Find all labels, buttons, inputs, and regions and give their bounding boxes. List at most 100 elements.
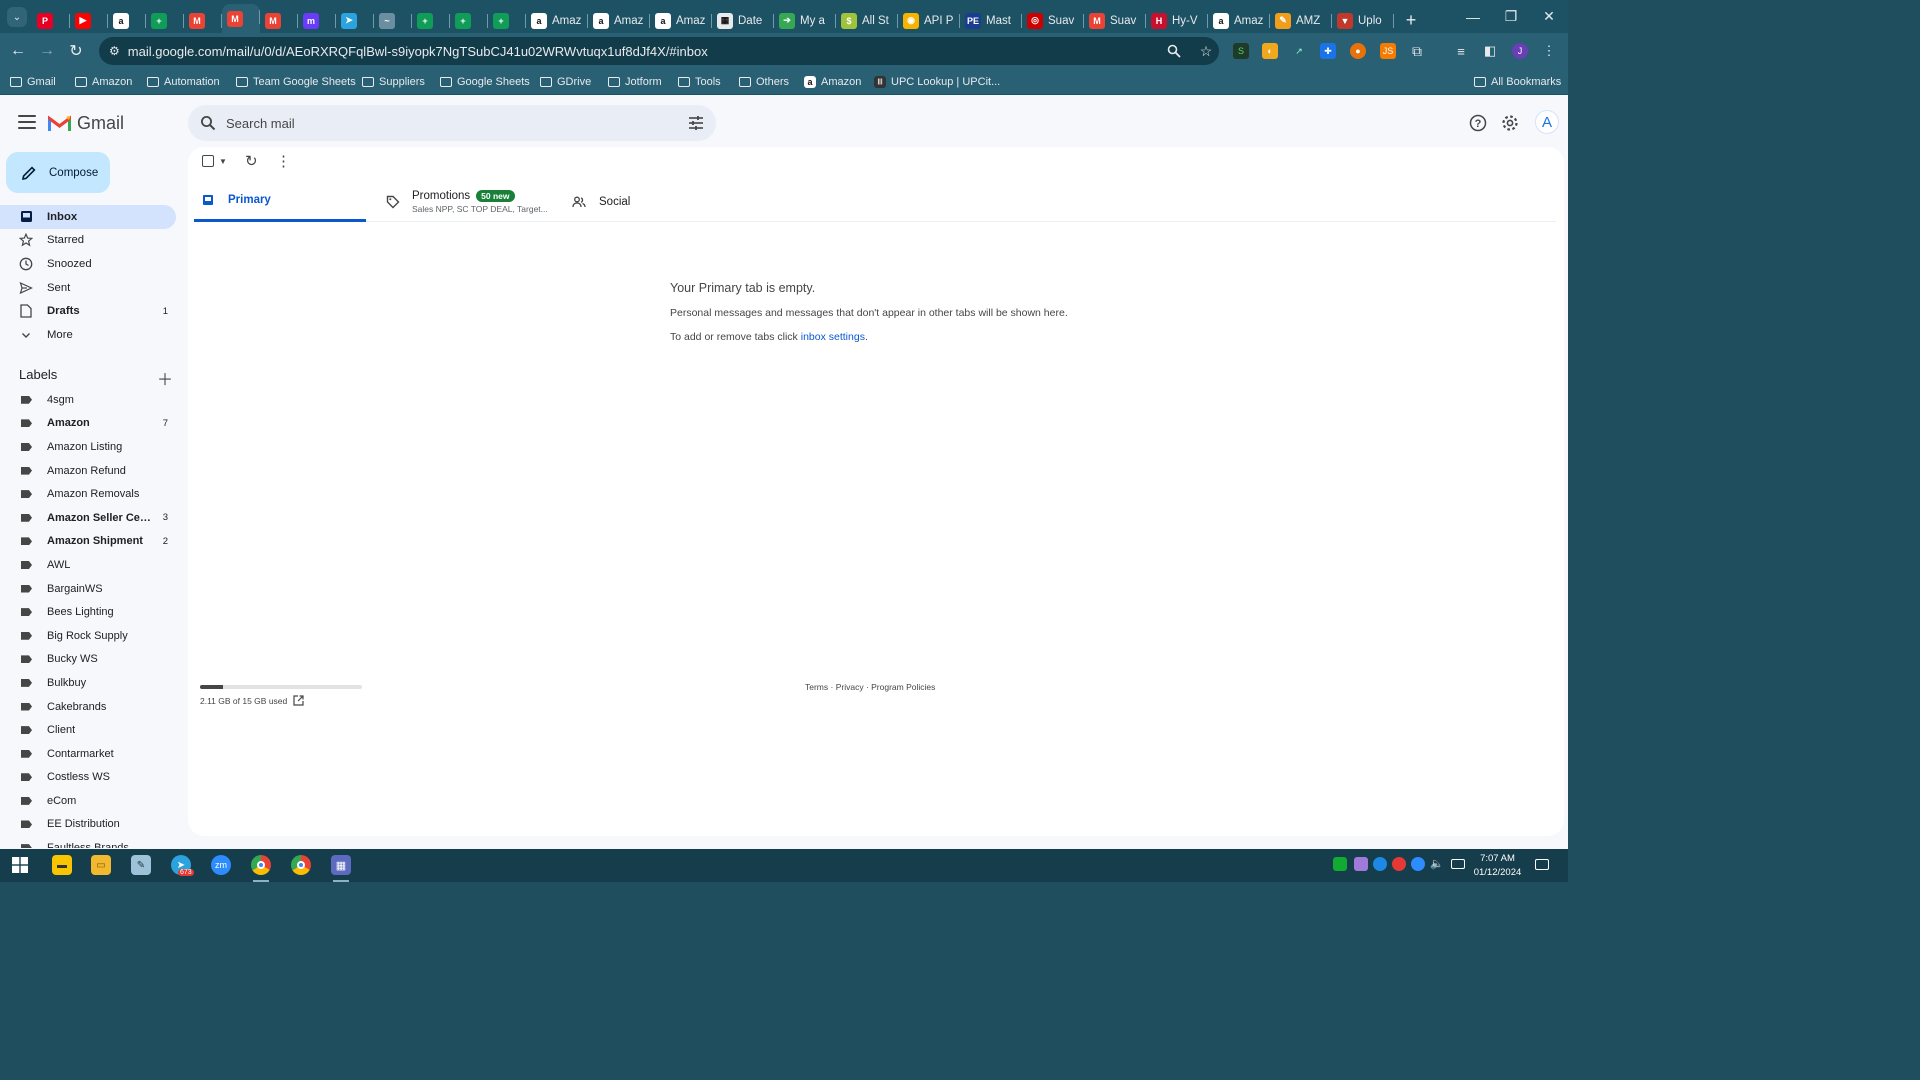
extensions-puzzle-icon[interactable]: ⧉ bbox=[1409, 43, 1425, 59]
sidebar-item-more[interactable]: More bbox=[0, 323, 176, 347]
tab-social[interactable]: Social bbox=[572, 181, 732, 222]
chrome-tray-icon[interactable] bbox=[1392, 857, 1406, 871]
all-bookmarks[interactable]: All Bookmarks bbox=[1474, 69, 1561, 94]
browser-tab[interactable]: a Amaz bbox=[588, 8, 650, 33]
bookmark-item[interactable]: GDrive bbox=[540, 69, 591, 94]
pen-tray-icon[interactable] bbox=[1354, 857, 1368, 871]
tab-primary[interactable]: Primary bbox=[194, 181, 366, 222]
extension-icon-sheets[interactable]: S bbox=[1233, 43, 1249, 59]
file-explorer-icon[interactable]: ▭ bbox=[91, 855, 111, 875]
bluetooth-tray-icon[interactable] bbox=[1373, 857, 1387, 871]
close-window-button[interactable]: ✕ bbox=[1530, 0, 1568, 33]
network-icon[interactable] bbox=[1451, 859, 1465, 869]
help-icon[interactable]: ? bbox=[1466, 111, 1490, 135]
search-bar[interactable] bbox=[188, 105, 716, 141]
browser-tab[interactable]: H Hy-V bbox=[1146, 8, 1208, 33]
calculator-icon[interactable]: ▦ bbox=[331, 855, 351, 875]
address-bar[interactable]: ⚙ mail.google.com/mail/u/0/d/AEoRXRQFqlB… bbox=[99, 37, 1219, 65]
label-item[interactable]: eCom bbox=[0, 789, 176, 813]
browser-tab[interactable]: + bbox=[450, 8, 488, 33]
label-item[interactable]: Contarmarket bbox=[0, 742, 176, 766]
notifications-icon[interactable] bbox=[1535, 859, 1549, 870]
browser-tab[interactable]: M bbox=[260, 8, 298, 33]
browser-tab[interactable]: $ All St bbox=[836, 8, 898, 33]
browser-tab[interactable]: a bbox=[108, 8, 146, 33]
sidebar-item-inbox[interactable]: Inbox bbox=[0, 205, 176, 229]
browser-tab[interactable]: ~ bbox=[374, 8, 412, 33]
zoom-app-icon[interactable]: zm bbox=[211, 855, 231, 875]
terms-link[interactable]: Terms bbox=[805, 682, 828, 692]
search-input[interactable] bbox=[226, 115, 688, 131]
bookmark-item[interactable]: Tools bbox=[678, 69, 721, 94]
bookmark-item[interactable]: Jotform bbox=[608, 69, 662, 94]
label-item[interactable]: Amazon Seller Cen... 3 bbox=[0, 506, 176, 530]
tab-promotions[interactable]: Promotions 50 new Sales NPP, SC TOP DEAL… bbox=[386, 181, 566, 222]
label-item[interactable]: Amazon Removals bbox=[0, 482, 176, 506]
browser-tab[interactable]: M bbox=[222, 4, 260, 33]
search-icon[interactable] bbox=[200, 115, 216, 131]
browser-tab[interactable]: ▦ Date bbox=[712, 8, 774, 33]
extension-icon-puzzle-blue[interactable]: ✚ bbox=[1320, 43, 1336, 59]
label-item[interactable]: Amazon Refund bbox=[0, 459, 176, 483]
sticky-notes-icon[interactable]: ▬ bbox=[52, 855, 72, 875]
external-link-icon[interactable] bbox=[293, 695, 304, 706]
more-options-icon[interactable]: ⋮ bbox=[276, 152, 291, 170]
label-item[interactable]: AWL bbox=[0, 553, 176, 577]
sidebar-item-sent[interactable]: Sent bbox=[0, 276, 176, 300]
browser-tab[interactable]: ✎ AMZ bbox=[1270, 8, 1332, 33]
forward-button[interactable]: → bbox=[36, 40, 58, 62]
bookmark-item[interactable]: Team Google Sheets bbox=[236, 69, 356, 94]
side-panel-icon[interactable]: ◧ bbox=[1482, 43, 1498, 59]
label-item[interactable]: Cakebrands bbox=[0, 695, 176, 719]
zoom-tray-icon[interactable] bbox=[1411, 857, 1425, 871]
browser-tab[interactable]: + bbox=[412, 8, 450, 33]
bookmark-item[interactable]: Gmail bbox=[10, 69, 56, 94]
browser-tab[interactable]: ➤ bbox=[336, 8, 374, 33]
label-item[interactable]: Client bbox=[0, 718, 176, 742]
inbox-settings-link[interactable]: inbox settings bbox=[801, 331, 865, 343]
extension-icon-js[interactable]: JS bbox=[1380, 43, 1396, 59]
windows-start-icon[interactable] bbox=[10, 855, 30, 875]
browser-tab[interactable]: a Amaz bbox=[650, 8, 712, 33]
browser-tab[interactable]: ◉ API P bbox=[898, 8, 960, 33]
extension-icon-arrow[interactable]: ↗ bbox=[1291, 43, 1307, 59]
refresh-icon[interactable]: ↻ bbox=[245, 152, 258, 170]
browser-tab[interactable]: ▶ bbox=[70, 8, 108, 33]
bookmark-item[interactable]: a Amazon bbox=[804, 69, 861, 94]
chrome-profile-icon[interactable] bbox=[291, 855, 311, 875]
back-button[interactable]: ← bbox=[7, 40, 29, 62]
create-label-plus-icon[interactable]: ＋ bbox=[157, 366, 173, 390]
extension-icon-keepa[interactable]: ◐ bbox=[1262, 43, 1278, 59]
sidebar-item-drafts[interactable]: Drafts 1 bbox=[0, 299, 176, 323]
chrome-icon[interactable] bbox=[251, 855, 271, 875]
bookmark-item[interactable]: Google Sheets bbox=[440, 69, 530, 94]
system-clock[interactable]: 7:07 AM 01/12/2024 bbox=[1465, 852, 1530, 880]
nvidia-tray-icon[interactable] bbox=[1333, 857, 1347, 871]
search-options-icon[interactable] bbox=[688, 116, 704, 130]
extension-icon-orange[interactable]: ● bbox=[1350, 43, 1366, 59]
browser-tab[interactable]: ◎ Suav bbox=[1022, 8, 1084, 33]
minimize-button[interactable]: — bbox=[1454, 0, 1492, 33]
program-policies-link[interactable]: Program Policies bbox=[871, 682, 935, 692]
reload-button[interactable]: ↻ bbox=[65, 40, 87, 62]
browser-tab[interactable]: + bbox=[146, 8, 184, 33]
settings-gear-icon[interactable] bbox=[1498, 111, 1522, 135]
select-dropdown-icon[interactable]: ▼ bbox=[219, 157, 227, 166]
label-item[interactable]: Amazon Shipment 2 bbox=[0, 530, 176, 554]
site-info-icon[interactable]: ⚙ bbox=[109, 44, 120, 58]
restore-button[interactable]: ❐ bbox=[1492, 0, 1530, 33]
browser-tab[interactable]: M Suav bbox=[1084, 8, 1146, 33]
label-item[interactable]: BargainWS bbox=[0, 577, 176, 601]
bookmark-item[interactable]: Others bbox=[739, 69, 789, 94]
volume-icon[interactable]: 🔈 bbox=[1430, 857, 1444, 871]
label-item[interactable]: Bucky WS bbox=[0, 648, 176, 672]
label-item[interactable]: 4sgm bbox=[0, 388, 176, 412]
profile-avatar[interactable]: J bbox=[1512, 43, 1528, 59]
bookmark-item[interactable]: ||| UPC Lookup | UPCit... bbox=[874, 69, 1000, 94]
browser-tab[interactable]: + bbox=[488, 8, 526, 33]
url-text[interactable]: mail.google.com/mail/u/0/d/AEoRXRQFqlBwl… bbox=[128, 44, 1167, 59]
browser-tab[interactable]: ▼ Uplo bbox=[1332, 8, 1394, 33]
label-item[interactable]: Amazon Listing bbox=[0, 435, 176, 459]
tab-search-button[interactable]: ⌄ bbox=[7, 7, 27, 27]
account-avatar[interactable]: A bbox=[1535, 110, 1559, 134]
